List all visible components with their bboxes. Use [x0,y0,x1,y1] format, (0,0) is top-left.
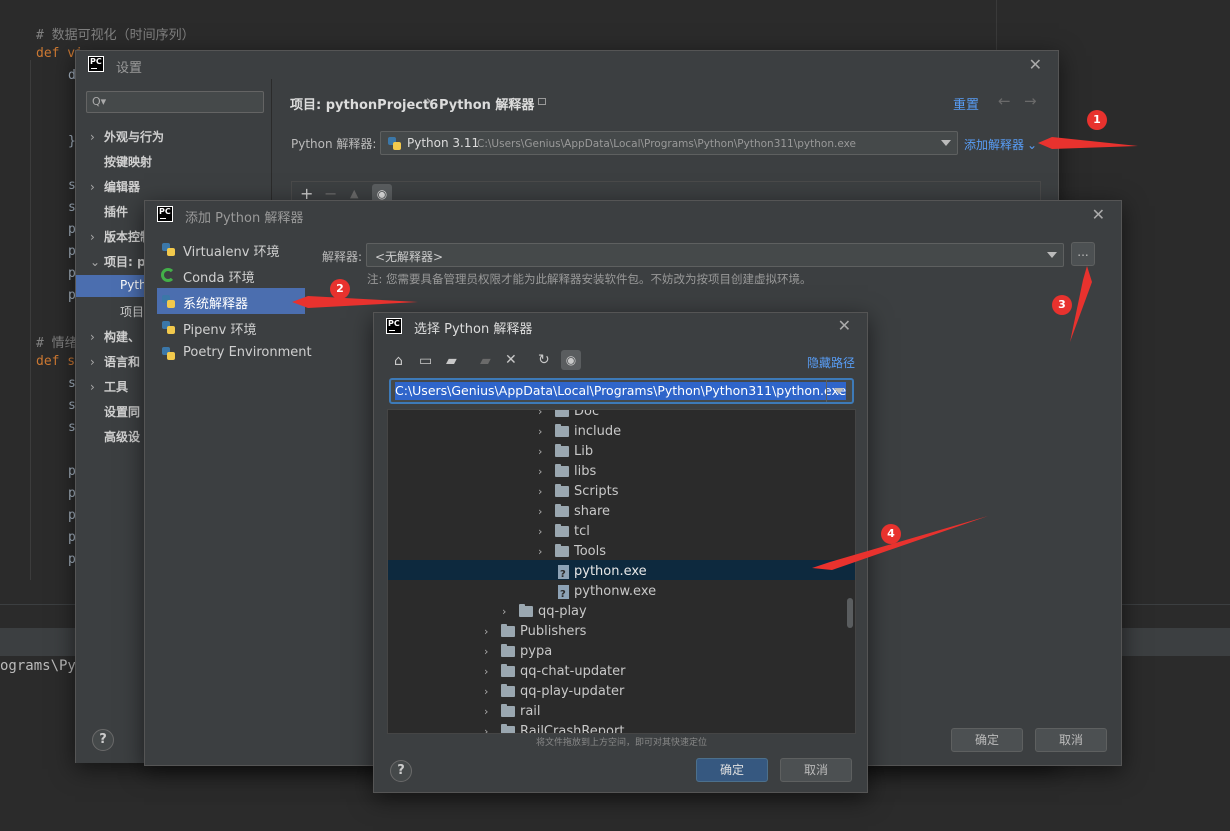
annotation-badge-3: 3 [1052,295,1072,315]
annotation-arrow-3 [1070,266,1092,342]
annotation-arrow-4 [812,516,988,570]
annotation-arrows [292,137,1138,570]
annotation-arrow-2 [292,296,418,308]
annotation-arrow-1 [1038,137,1138,149]
annotation-badge-4: 4 [881,524,901,544]
annotation-badge-2: 2 [330,279,350,299]
annotation-badge-1: 1 [1087,110,1107,130]
